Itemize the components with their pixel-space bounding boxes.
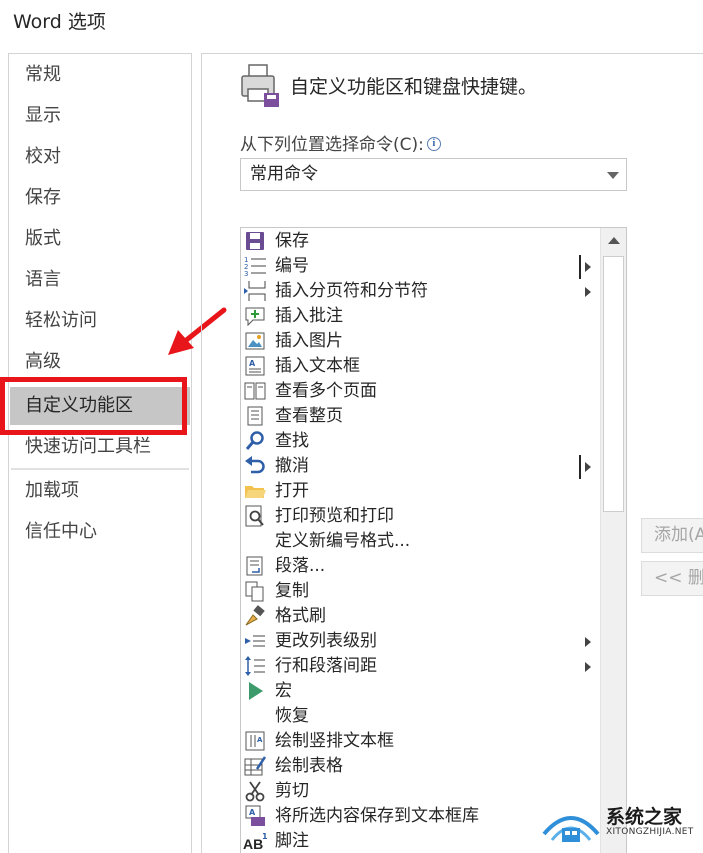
list-item[interactable]: 更改列表级别 (242, 629, 598, 654)
nav-item-proofing[interactable]: 校对 (10, 138, 190, 176)
list-item[interactable]: 绘制表格 (242, 754, 598, 779)
window-title: Word 选项 (13, 11, 106, 33)
chevron-right-icon (585, 287, 591, 297)
choose-commands-label: 从下列位置选择命令(C): i (240, 130, 441, 155)
list-item[interactable]: A 插入文本框 (242, 354, 598, 379)
list-item[interactable]: A 绘制竖排文本框 (242, 729, 598, 754)
undo-icon (245, 456, 265, 474)
options-nav: 常规 显示 校对 保存 版式 语言 轻松访问 高级 自定义功能区 快速访问工具栏… (8, 53, 192, 853)
nav-item-display[interactable]: 显示 (10, 97, 190, 135)
customize-ribbon-icon (241, 64, 279, 107)
multiple-pages-icon (244, 382, 266, 400)
footnote-icon: AB1 (243, 832, 267, 852)
save-icon (246, 232, 264, 250)
list-item[interactable]: 插入分页符和分节符 (242, 279, 598, 304)
nav-item-add-ins[interactable]: 加载项 (10, 472, 190, 510)
list-item[interactable]: 保存 (242, 229, 598, 254)
list-item[interactable]: 复制 (242, 579, 598, 604)
svg-text:AB: AB (243, 836, 263, 852)
list-item[interactable]: 恢复 (242, 704, 598, 729)
list-item[interactable]: 打印预览和打印 (242, 504, 598, 529)
svg-text:3: 3 (244, 270, 248, 277)
list-item[interactable]: 撤消 (242, 454, 598, 479)
nav-item-general[interactable]: 常规 (10, 56, 190, 94)
list-item[interactable]: 定义新编号格式... (242, 529, 598, 554)
scroll-up-button[interactable] (601, 228, 626, 254)
chevron-down-icon (607, 172, 619, 179)
draw-table-icon (244, 756, 267, 776)
cut-icon (245, 781, 265, 802)
choose-commands-dropdown[interactable]: 常用命令 (240, 158, 627, 191)
split-divider (579, 455, 581, 479)
comment-icon (245, 307, 265, 327)
list-item[interactable]: 123 编号 (242, 254, 598, 279)
list-item[interactable]: 打开 (242, 479, 598, 504)
list-item[interactable]: 行和段落间距 (242, 654, 598, 679)
nav-divider (11, 468, 189, 470)
picture-icon (245, 332, 265, 350)
list-item[interactable]: 格式刷 (242, 604, 598, 629)
info-icon: i (426, 137, 441, 151)
svg-text:A: A (249, 359, 256, 368)
folder-icon (245, 486, 266, 498)
commands-listbox[interactable]: 保存 123 编号 插入分页符和分节符 插入批注 插入图片 A 插入文本框 查看… (240, 227, 627, 853)
nav-item-layout[interactable]: 版式 (10, 220, 190, 258)
vertical-textbox-icon: A (245, 731, 265, 751)
list-item[interactable]: 段落... (242, 554, 598, 579)
scroll-thumb[interactable] (603, 256, 624, 512)
svg-text:A: A (257, 736, 263, 744)
annotation-highlight-box (0, 377, 187, 435)
chevron-right-icon (585, 462, 591, 472)
add-button[interactable]: 添加(A (641, 518, 703, 553)
list-item[interactable]: 宏 (242, 679, 598, 704)
nav-item-trust-center[interactable]: 信任中心 (10, 513, 190, 551)
copy-icon (245, 581, 264, 602)
paragraph-icon (246, 556, 263, 576)
remove-button[interactable]: << 删 (641, 561, 703, 596)
list-item[interactable]: 查找 (242, 429, 598, 454)
commands-scrollbar[interactable] (600, 228, 626, 853)
list-item[interactable]: 插入图片 (242, 329, 598, 354)
svg-text:1: 1 (262, 832, 267, 841)
split-divider (579, 255, 581, 279)
macro-icon (249, 682, 263, 700)
watermark-logo (542, 816, 600, 842)
numbering-icon: 123 (244, 256, 266, 277)
panel-header: 自定义功能区和键盘快捷键。 (290, 76, 538, 98)
list-item[interactable]: 查看整页 (242, 404, 598, 429)
watermark: 系统之家 XITONGZHIJIA.NET (540, 800, 700, 850)
chevron-right-icon (585, 662, 591, 672)
svg-text:A: A (249, 808, 256, 817)
line-spacing-icon (245, 656, 265, 676)
chevron-right-icon (585, 637, 591, 647)
list-level-icon (245, 635, 265, 647)
nav-item-save[interactable]: 保存 (10, 179, 190, 217)
textbox-icon: A (245, 356, 265, 376)
watermark-name: 系统之家 (606, 806, 683, 828)
watermark-url: XITONGZHIJIA.NET (606, 827, 694, 837)
list-item[interactable]: 插入批注 (242, 304, 598, 329)
nav-item-language[interactable]: 语言 (10, 261, 190, 299)
page-break-icon (244, 281, 266, 301)
format-painter-icon (245, 605, 265, 626)
whole-page-icon (247, 406, 263, 426)
print-preview-icon (245, 505, 264, 527)
search-icon (245, 431, 264, 450)
list-item[interactable]: 查看多个页面 (242, 379, 598, 404)
chevron-right-icon (585, 262, 591, 272)
quick-parts-icon: A (245, 805, 265, 826)
